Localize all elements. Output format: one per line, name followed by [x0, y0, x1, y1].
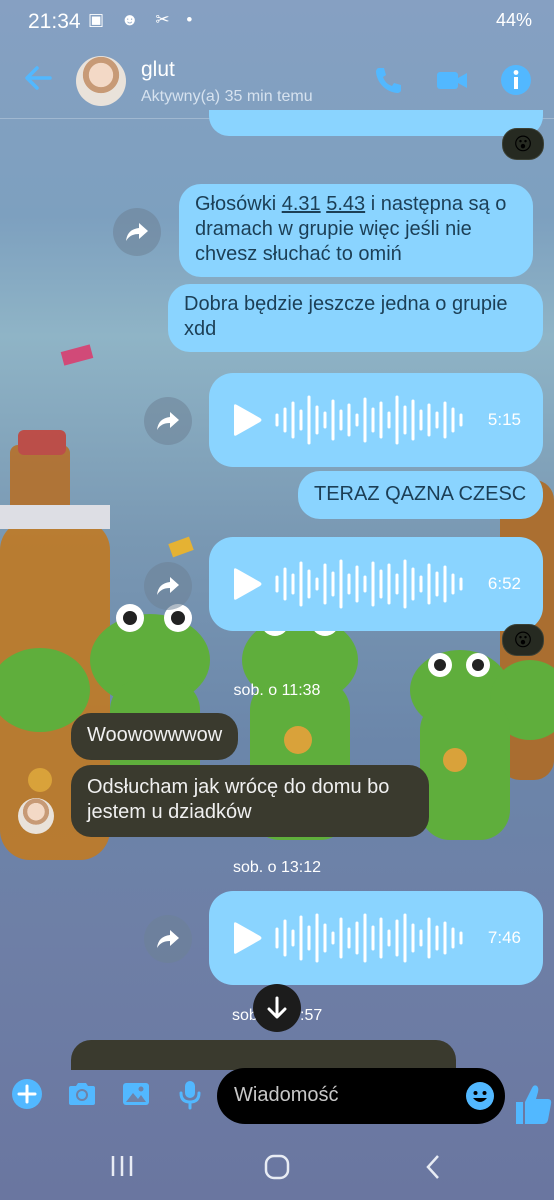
status-bar: 21:34 ▣ ☻ ✂ • 44%	[0, 0, 554, 44]
waveform-icon[interactable]	[275, 557, 465, 611]
forward-button[interactable]	[113, 208, 161, 256]
chat-header: glut Aktywny(a) 35 min temu	[0, 44, 554, 119]
forward-icon	[157, 930, 179, 948]
play-icon[interactable]	[231, 567, 263, 601]
contact-name[interactable]: glut	[141, 58, 175, 82]
voice-message[interactable]: 5:15	[209, 373, 543, 467]
voice-duration: 5:15	[487, 410, 521, 429]
waveform-icon[interactable]	[275, 911, 465, 965]
voice-duration: 6:52	[487, 574, 521, 593]
forward-icon	[126, 223, 148, 241]
message-bubble-incoming[interactable]: Odsłucham jak wrócę do domu bo jestem u …	[71, 765, 429, 837]
battery-level: 44%	[495, 10, 532, 30]
message-bubble[interactable]: Głosówki 4.31 5.43 i następna są o drama…	[179, 184, 533, 277]
reaction-badge[interactable]: 😮	[502, 624, 544, 656]
forward-button[interactable]	[144, 397, 192, 445]
arrow-down-icon	[267, 996, 287, 1019]
gallery-icon[interactable]	[120, 1078, 152, 1110]
composer-bar: Wiadomość	[0, 1062, 554, 1132]
scroll-down-button[interactable]	[253, 984, 301, 1032]
message-input-placeholder: Wiadomość	[234, 1084, 339, 1106]
forward-button[interactable]	[144, 562, 192, 610]
notification-icons: ▣ ☻ ✂ •	[88, 10, 199, 29]
back-arrow-icon[interactable]	[20, 60, 56, 96]
camera-icon[interactable]	[66, 1078, 98, 1110]
emoji-icon[interactable]	[465, 1081, 495, 1111]
contact-avatar-small[interactable]	[18, 798, 54, 834]
nav-back-icon[interactable]	[424, 1154, 442, 1180]
contact-avatar[interactable]	[76, 56, 126, 106]
microphone-icon[interactable]	[174, 1078, 206, 1110]
timestamp-link[interactable]: 4.31	[282, 193, 321, 215]
message-bubble-incoming[interactable]: Woowowwwow	[71, 713, 239, 760]
plus-icon[interactable]	[11, 1078, 43, 1110]
forward-icon	[157, 577, 179, 595]
timestamp: sob. o 11:38	[233, 682, 321, 699]
message-text: Głosówki	[195, 193, 282, 215]
message-text: Dobra będzie jeszcze jedna o grupie xdd	[184, 293, 508, 340]
forward-button[interactable]	[144, 915, 192, 963]
message-text: TERAZ QAZNA CZESC	[314, 483, 527, 505]
message-bubble-partial[interactable]	[209, 110, 543, 136]
message-input[interactable]: Wiadomość	[217, 1068, 505, 1124]
waveform-icon[interactable]	[275, 393, 465, 447]
system-navigation-bar	[0, 1132, 554, 1200]
message-bubble[interactable]: Dobra będzie jeszcze jedna o grupie xdd	[168, 284, 543, 352]
clock: 21:34	[28, 10, 81, 33]
voice-message[interactable]: 6:52	[209, 537, 543, 631]
play-icon[interactable]	[231, 403, 263, 437]
home-icon[interactable]	[264, 1154, 290, 1180]
voice-duration: 7:46	[487, 928, 521, 947]
video-call-icon[interactable]	[434, 62, 470, 98]
forward-icon	[157, 412, 179, 430]
contact-status: Aktywny(a) 35 min temu	[141, 88, 313, 105]
voice-message[interactable]: 7:46	[209, 891, 543, 985]
play-icon[interactable]	[231, 921, 263, 955]
message-text: Woowowwwow	[87, 724, 223, 746]
reaction-badge[interactable]: 😮	[502, 128, 544, 160]
timestamp-right: :57	[300, 1007, 323, 1024]
info-icon[interactable]	[498, 62, 534, 98]
timestamp-link[interactable]: 5.43	[326, 193, 365, 215]
message-text: Odsłucham jak wrócę do domu bo jestem u …	[87, 776, 390, 823]
timestamp: sob. o 13:12	[232, 859, 322, 876]
phone-icon[interactable]	[370, 62, 406, 98]
message-bubble[interactable]: TERAZ QAZNA CZESC	[298, 471, 543, 519]
recents-icon[interactable]	[110, 1154, 134, 1178]
thumbs-up-icon[interactable]	[512, 1082, 554, 1126]
